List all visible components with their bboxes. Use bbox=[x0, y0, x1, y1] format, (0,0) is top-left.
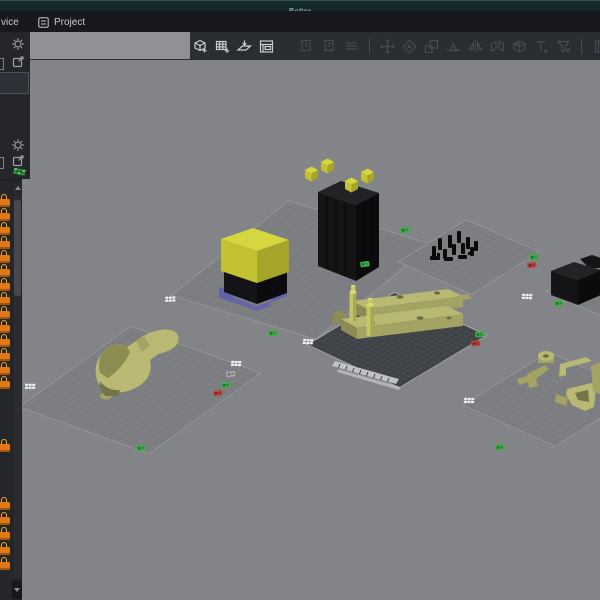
tab-bar: vice Project bbox=[0, 11, 600, 32]
lock-body bbox=[0, 546, 10, 555]
window-titlebar: Bolter bbox=[0, 0, 600, 16]
lock-body bbox=[0, 254, 10, 263]
lock-body bbox=[0, 240, 10, 249]
lock-icon[interactable] bbox=[0, 376, 11, 389]
scrollbar-thumb[interactable] bbox=[14, 200, 21, 296]
lock-body bbox=[0, 226, 10, 235]
lock-body bbox=[0, 443, 10, 452]
model-minifig-box[interactable] bbox=[219, 228, 289, 311]
tab-device-label: vice bbox=[1, 16, 19, 28]
lock-icon[interactable] bbox=[0, 512, 11, 525]
tab-project-label: Project bbox=[54, 16, 86, 28]
move-icon[interactable] bbox=[379, 38, 396, 55]
lock-body bbox=[0, 516, 10, 525]
lock-body bbox=[0, 310, 10, 319]
lock-icon[interactable] bbox=[0, 292, 11, 305]
lock-body bbox=[0, 380, 10, 389]
lock-icon[interactable] bbox=[0, 348, 11, 361]
lock-icon[interactable] bbox=[0, 222, 11, 235]
lock-body bbox=[0, 296, 10, 305]
clipped-icon-fragment bbox=[0, 157, 4, 169]
paste-plate-icon[interactable] bbox=[321, 38, 338, 55]
lock-body bbox=[0, 212, 10, 221]
lock-icon[interactable] bbox=[0, 497, 11, 510]
plate-name-field[interactable] bbox=[30, 32, 190, 59]
lay-flat-icon[interactable] bbox=[445, 38, 462, 55]
scale-icon[interactable] bbox=[423, 38, 440, 55]
build-plate-back-mid[interactable] bbox=[397, 219, 541, 295]
lock-body bbox=[0, 366, 10, 375]
lock-icon[interactable] bbox=[0, 362, 11, 375]
plate-layers-icon[interactable] bbox=[343, 38, 360, 55]
duplicate-plate-icon[interactable] bbox=[299, 38, 316, 55]
gear-icon[interactable] bbox=[11, 138, 25, 152]
lock-body bbox=[0, 561, 10, 570]
open-external-icon[interactable] bbox=[12, 55, 25, 68]
split-icon[interactable] bbox=[489, 38, 506, 55]
lock-icon[interactable] bbox=[0, 194, 11, 207]
clipped-icon-fragment bbox=[0, 58, 4, 70]
lock-icon[interactable] bbox=[0, 208, 11, 221]
lock-icon[interactable] bbox=[0, 320, 11, 333]
text-tool-icon[interactable] bbox=[533, 38, 550, 55]
main-toolbar bbox=[30, 32, 600, 60]
tab-device-truncated[interactable]: vice bbox=[1, 14, 19, 30]
clipped-edge-icon[interactable] bbox=[593, 38, 600, 55]
lock-icon[interactable] bbox=[0, 527, 11, 540]
drain-hole-icon[interactable] bbox=[555, 38, 572, 55]
lock-body bbox=[0, 531, 10, 540]
app-window: Bolter vice Project bbox=[0, 0, 600, 600]
lock-icon[interactable] bbox=[0, 278, 11, 291]
import-model-icon[interactable] bbox=[236, 38, 253, 55]
add-model-icon[interactable] bbox=[192, 38, 209, 55]
lock-body bbox=[0, 501, 10, 510]
scroll-up-button[interactable] bbox=[13, 183, 22, 194]
lock-body bbox=[0, 352, 10, 361]
rotate-icon[interactable] bbox=[401, 38, 418, 55]
plate-manager-icon[interactable] bbox=[258, 38, 275, 55]
lock-icon[interactable] bbox=[0, 542, 11, 555]
left-sidebar-model-list bbox=[0, 179, 22, 600]
gear-icon[interactable] bbox=[11, 37, 25, 51]
lock-icon[interactable] bbox=[0, 557, 11, 570]
lock-body bbox=[0, 338, 10, 347]
lock-icon[interactable] bbox=[0, 306, 11, 319]
add-build-plate-icon[interactable] bbox=[214, 38, 231, 55]
lock-icon[interactable] bbox=[0, 236, 11, 249]
toolbar-separator bbox=[369, 38, 370, 54]
model-black-box[interactable] bbox=[551, 255, 600, 305]
lock-icon[interactable] bbox=[0, 264, 11, 277]
project-tab-icon bbox=[38, 16, 49, 28]
lock-body bbox=[0, 268, 10, 277]
left-sidebar-tools bbox=[0, 32, 30, 179]
sidebar-input-field[interactable] bbox=[0, 72, 29, 94]
lock-icon[interactable] bbox=[0, 250, 11, 263]
toolbar-separator bbox=[581, 38, 582, 54]
lock-body bbox=[0, 324, 10, 333]
lock-body bbox=[0, 282, 10, 291]
mirror-icon[interactable] bbox=[467, 38, 484, 55]
tab-project[interactable]: Project bbox=[38, 14, 85, 30]
scroll-down-button[interactable] bbox=[12, 580, 22, 599]
lock-icon[interactable] bbox=[0, 334, 11, 347]
lock-icon[interactable] bbox=[0, 439, 11, 452]
orient-face-icon[interactable] bbox=[511, 38, 528, 55]
plates-green-icon[interactable] bbox=[13, 166, 27, 178]
lock-body bbox=[0, 198, 10, 207]
viewport-3d[interactable] bbox=[22, 60, 600, 600]
